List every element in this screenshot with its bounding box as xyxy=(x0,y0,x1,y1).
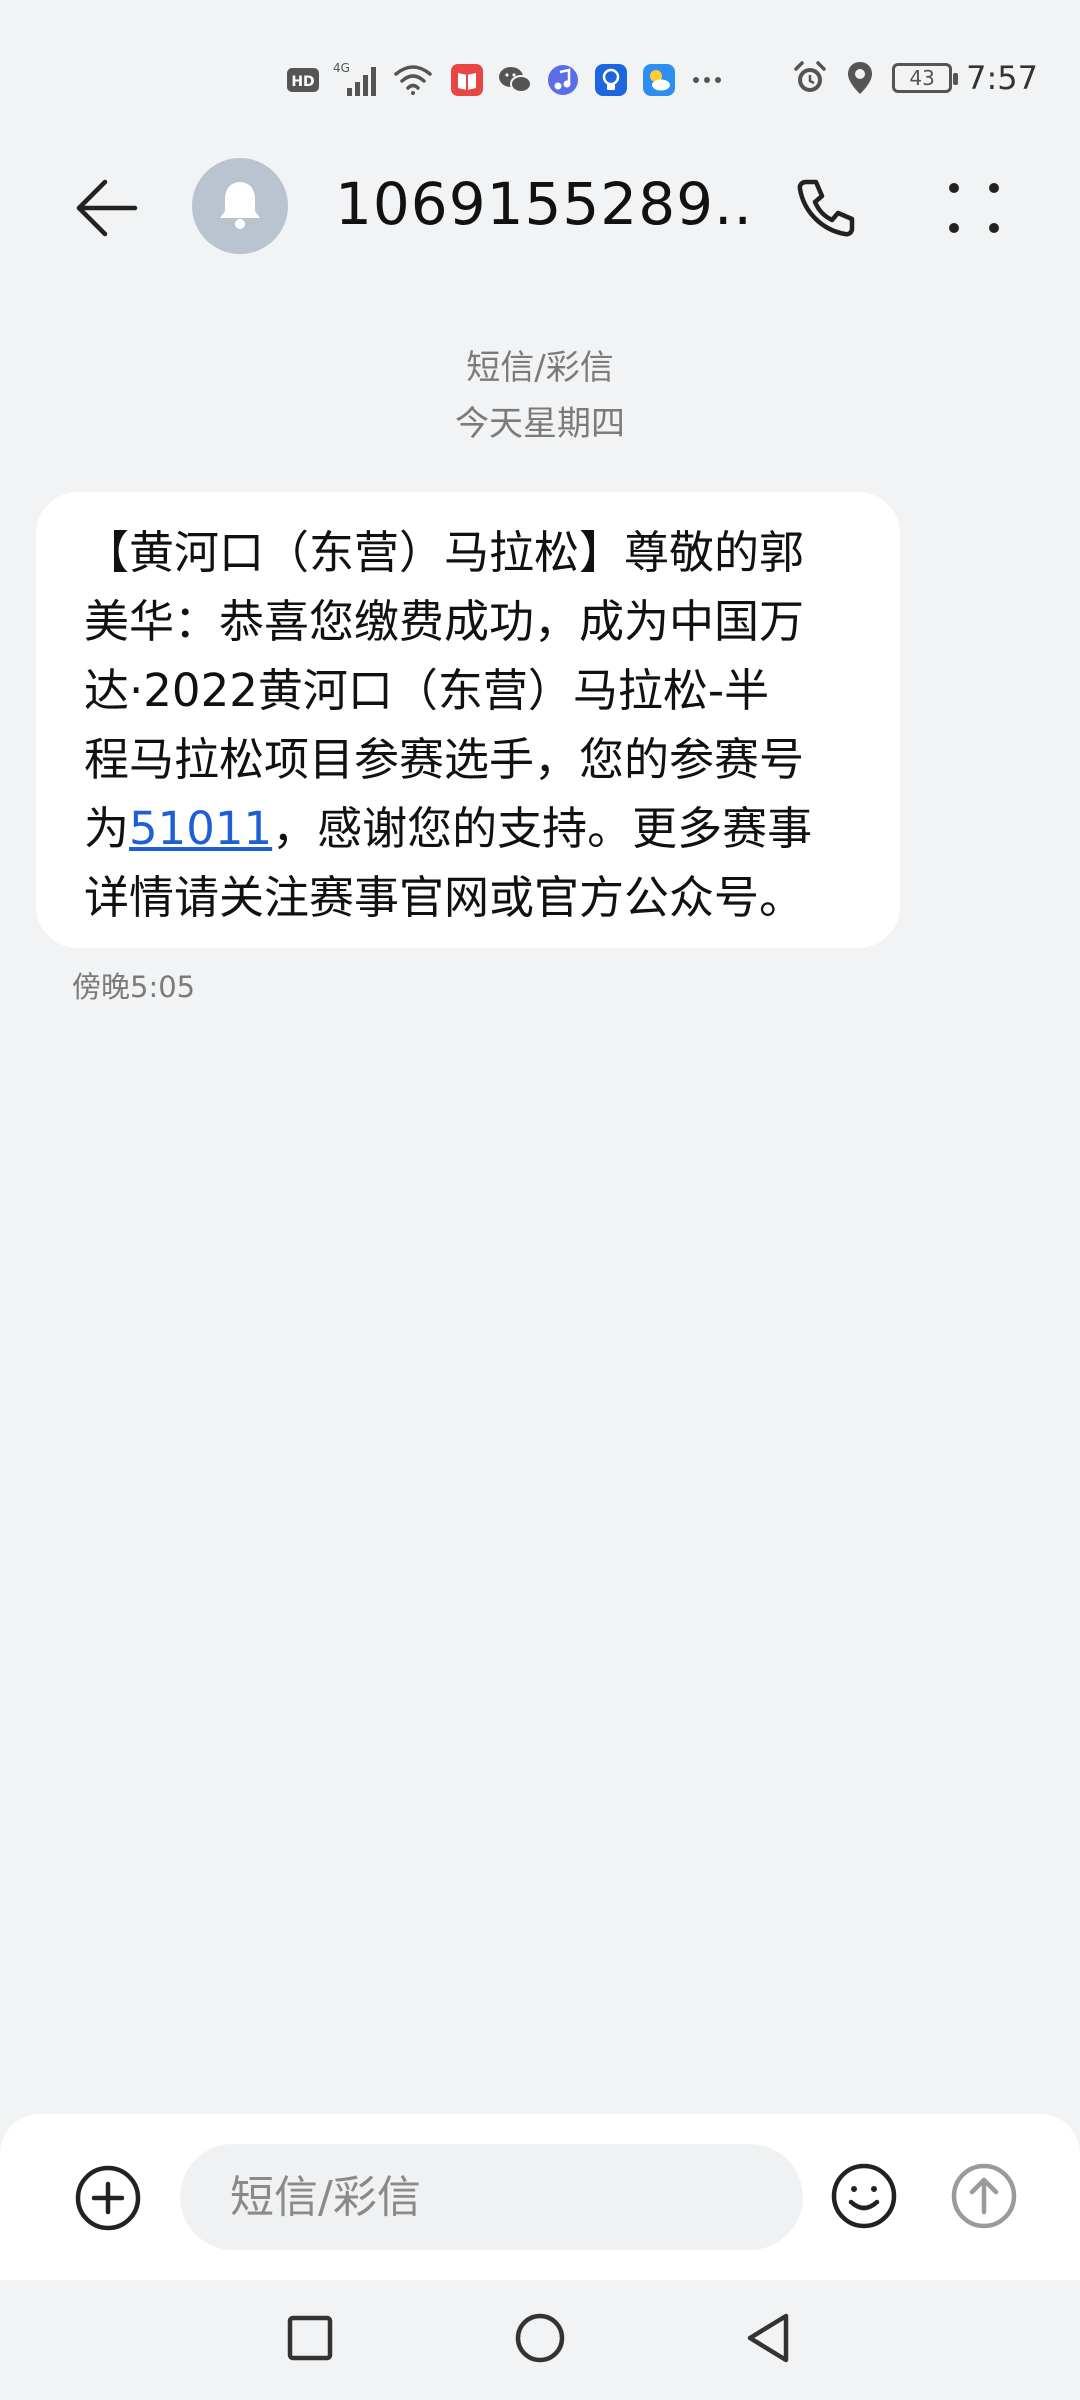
send-button[interactable] xyxy=(948,2162,1020,2234)
svg-text:HD: HD xyxy=(291,74,314,90)
message-line: 美华：恭喜您缴费成功，成为中国万 xyxy=(84,595,805,648)
call-button[interactable] xyxy=(790,174,862,246)
status-icons-left: HD 4G xyxy=(285,58,725,102)
phone-icon xyxy=(794,176,858,244)
message-text: ，感谢您的支持。更多赛事 xyxy=(272,802,813,855)
wechat-icon xyxy=(497,62,533,98)
message-input[interactable] xyxy=(228,2170,803,2224)
message-line: 为51011，感谢您的支持。更多赛事 xyxy=(84,794,856,863)
status-bar: HD 4G 43 7:57 xyxy=(0,0,1080,160)
network-type-label: 4G xyxy=(333,61,350,75)
conversation-type-label: 短信/彩信 xyxy=(466,348,614,388)
message-line: 详情请关注赛事官网或官方公众号。 xyxy=(84,871,805,924)
music-app-icon xyxy=(545,62,581,98)
bib-number-link[interactable]: 51011 xyxy=(129,802,272,855)
weather-app-icon xyxy=(641,62,677,98)
bulb-app-icon xyxy=(593,62,629,98)
plus-circle-icon xyxy=(74,2164,142,2236)
message-input-box[interactable] xyxy=(180,2144,803,2250)
bell-icon xyxy=(216,178,264,234)
conversation-date-label: 今天星期四 xyxy=(455,404,625,444)
signal-icon: 4G xyxy=(333,61,381,98)
add-attachment-button[interactable] xyxy=(72,2164,144,2236)
status-time: 7:57 xyxy=(966,59,1038,97)
status-icons-right: 43 7:57 xyxy=(792,56,1038,100)
hd-icon: HD xyxy=(285,62,321,98)
back-arrow-icon xyxy=(75,178,139,242)
send-arrow-icon xyxy=(950,2162,1018,2234)
message-timestamp: 傍晚5:05 xyxy=(72,970,196,1004)
wifi-icon xyxy=(393,62,437,98)
emoji-button[interactable] xyxy=(828,2162,900,2234)
home-button[interactable] xyxy=(504,2304,576,2376)
alarm-icon xyxy=(792,60,828,96)
more-notifications-icon xyxy=(689,62,725,98)
back-button[interactable] xyxy=(72,178,142,242)
smiley-icon xyxy=(830,2162,898,2234)
triangle-back-icon xyxy=(742,2311,794,2369)
location-icon xyxy=(842,60,878,96)
message-text: 为 xyxy=(84,802,130,855)
system-navigation-bar xyxy=(0,2280,1080,2400)
square-icon xyxy=(286,2314,334,2366)
more-options-button[interactable] xyxy=(938,174,1010,246)
more-icon xyxy=(946,180,1002,240)
message-bubble[interactable]: 【黄河口（东营）马拉松】尊敬的郭 美华：恭喜您缴费成功，成为中国万 达·2022… xyxy=(36,492,900,948)
conversation-title: 1069155289... xyxy=(335,170,755,238)
back-nav-button[interactable] xyxy=(732,2304,804,2376)
conversation-header: 1069155289... xyxy=(0,150,1080,270)
contact-avatar[interactable] xyxy=(192,158,288,254)
message-line: 达·2022黄河口（东营）马拉松-半 xyxy=(84,664,770,717)
message-line: 【黄河口（东营）马拉松】尊敬的郭 xyxy=(84,526,805,579)
message-composer xyxy=(0,2114,1080,2280)
circle-icon xyxy=(513,2311,567,2369)
message-line: 程马拉松项目参赛选手，您的参赛号 xyxy=(84,733,805,786)
recents-button[interactable] xyxy=(274,2304,346,2376)
book-app-icon xyxy=(449,62,485,98)
battery-indicator: 43 xyxy=(892,63,959,93)
